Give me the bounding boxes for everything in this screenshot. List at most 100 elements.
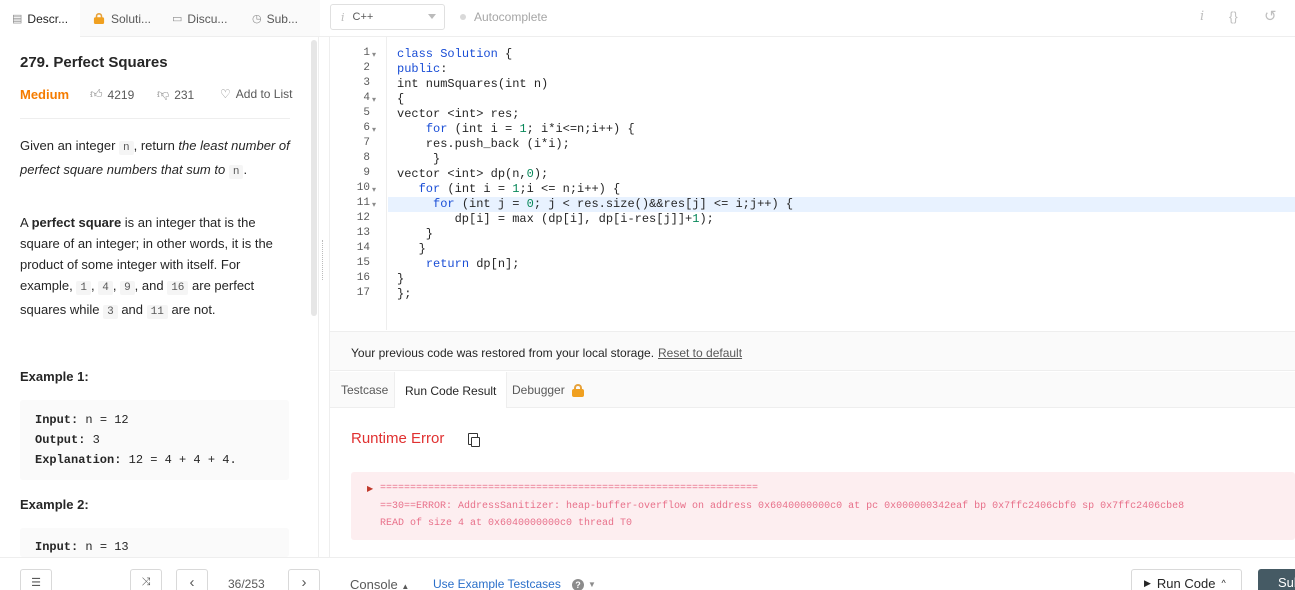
- example-1-input: Input: n = 12: [35, 410, 274, 430]
- prev-problem-button[interactable]: ‹: [176, 569, 208, 590]
- text: .: [243, 162, 248, 177]
- chevron-up-icon: ▲: [401, 582, 410, 590]
- fold-arrow-icon[interactable]: ▾: [372, 185, 376, 194]
- tab-debugger-label: Debugger: [512, 383, 565, 397]
- text: ,: [112, 278, 121, 293]
- tab-debugger[interactable]: Debugger: [502, 372, 595, 408]
- line-number: 3: [363, 77, 370, 89]
- random-problem-button[interactable]: ⤨: [130, 569, 162, 590]
- code-line[interactable]: for (int i = 1; i*i<=n;i++) {: [397, 122, 635, 137]
- inline-code: 1: [76, 281, 91, 295]
- tab-testcase[interactable]: Testcase: [331, 372, 398, 408]
- value: n = 12: [78, 413, 129, 427]
- drag-handle-icon[interactable]: [322, 240, 326, 280]
- tab-submissions[interactable]: ◷ Sub...: [240, 0, 320, 37]
- code-line[interactable]: res.push_back (i*i);: [397, 137, 570, 152]
- dislike-count: 231: [174, 87, 195, 102]
- language-label: C++: [352, 11, 374, 23]
- code-line[interactable]: vector <int> res;: [397, 107, 519, 122]
- tab-discuss[interactable]: ▭ Discu...: [160, 0, 240, 37]
- code-line[interactable]: class Solution {: [397, 47, 512, 62]
- run-code-button[interactable]: ▶ Run Code ^: [1131, 569, 1242, 590]
- text: Given an integer: [20, 138, 120, 153]
- line-number: 7: [363, 137, 370, 149]
- autocomplete-label: Autocomplete: [474, 10, 548, 24]
- result-status: Runtime Error: [351, 430, 445, 447]
- copy-icon[interactable]: [468, 433, 480, 447]
- fold-arrow-icon[interactable]: ▾: [372, 125, 376, 134]
- fold-arrow-icon[interactable]: ▾: [372, 95, 376, 104]
- thumbs-up-icon: 👍︎: [90, 87, 103, 101]
- problem-tabs: ▤ Descr... Soluti... ▭ Discu... ◷ Sub...: [0, 0, 320, 37]
- clock-icon: ◷: [252, 13, 262, 25]
- code-line[interactable]: return dp[n];: [397, 257, 520, 272]
- like-button[interactable]: 👍︎ 4219: [90, 87, 134, 102]
- reset-icon[interactable]: ↺: [1264, 7, 1277, 25]
- autocomplete-toggle[interactable]: Autocomplete: [460, 0, 547, 34]
- dislike-button[interactable]: 👎︎ 231: [157, 87, 194, 102]
- like-count: 4219: [107, 87, 135, 102]
- difficulty-badge: Medium: [20, 87, 70, 102]
- line-number: 11: [356, 197, 370, 209]
- chevron-right-icon: ›: [301, 573, 307, 590]
- code-line[interactable]: for (int j = 0; j < res.size()&&res[j] <…: [397, 197, 793, 212]
- line-number: 6: [363, 122, 370, 134]
- tab-run-code-result[interactable]: Run Code Result: [394, 372, 508, 409]
- document-icon: ▤: [12, 13, 23, 25]
- tab-testcase-label: Testcase: [341, 383, 389, 397]
- value: 3: [85, 433, 100, 447]
- tab-description-label: Descr...: [27, 11, 69, 26]
- inline-code: 11: [146, 305, 168, 319]
- fold-arrow-icon[interactable]: ▾: [372, 200, 376, 209]
- add-to-list-button[interactable]: ♡ Add to List: [220, 87, 292, 101]
- tab-solution[interactable]: Soluti...: [80, 0, 160, 37]
- chat-icon: ▭: [172, 13, 183, 25]
- tab-submissions-label: Sub...: [266, 11, 298, 26]
- use-example-testcases-link[interactable]: Use Example Testcases: [433, 577, 561, 590]
- code-line[interactable]: }: [397, 242, 426, 257]
- label: Input:: [35, 540, 79, 554]
- line-number: 12: [356, 212, 370, 224]
- shuffle-icon: ⤨: [141, 575, 151, 588]
- code-line[interactable]: dp[i] = max (dp[i], dp[i-res[j]]+1);: [397, 212, 714, 227]
- list-icon: ☰: [31, 576, 41, 589]
- code-line[interactable]: for (int i = 1;i <= n;i++) {: [397, 182, 621, 197]
- help-icon[interactable]: ?: [572, 579, 584, 590]
- info-icon: i: [341, 10, 345, 24]
- inline-code: 9: [120, 281, 135, 295]
- code-line[interactable]: {: [397, 92, 404, 107]
- chevron-down-icon[interactable]: ▼: [588, 580, 596, 589]
- braces-icon[interactable]: {}: [1229, 9, 1238, 24]
- reset-to-default-link[interactable]: Reset to default: [658, 346, 742, 360]
- page-count: 36/253: [228, 577, 265, 590]
- restore-message: Your previous code was restored from you…: [351, 346, 655, 360]
- code-line[interactable]: vector <int> dp(n,0);: [397, 167, 548, 182]
- inline-code: 3: [103, 305, 118, 319]
- code-line[interactable]: }: [397, 152, 440, 167]
- language-select[interactable]: i C++: [330, 4, 445, 30]
- run-code-label: Run Code: [1156, 575, 1216, 590]
- code-line[interactable]: };: [397, 287, 411, 302]
- panel-divider[interactable]: [318, 37, 330, 557]
- code-line[interactable]: public:: [397, 62, 447, 77]
- code-line[interactable]: int numSquares(int n): [397, 77, 548, 92]
- label: Output:: [35, 433, 86, 447]
- problem-title: 279. Perfect Squares: [20, 54, 168, 71]
- code-line[interactable]: }: [397, 227, 433, 242]
- tab-description[interactable]: ▤ Descr...: [0, 0, 80, 37]
- expand-arrow-icon[interactable]: ▶: [367, 484, 373, 493]
- lock-icon: [93, 12, 105, 25]
- line-number: 9: [363, 167, 370, 179]
- console-button[interactable]: Console ▲: [350, 577, 409, 590]
- fold-arrow-icon[interactable]: ▾: [372, 50, 376, 59]
- problem-list-button[interactable]: ☰: [20, 569, 52, 590]
- lock-icon: [571, 383, 585, 397]
- scrollbar[interactable]: [311, 40, 317, 316]
- submit-button[interactable]: Sub: [1258, 569, 1295, 590]
- code-line[interactable]: }: [397, 272, 404, 287]
- info-icon[interactable]: i: [1200, 9, 1204, 24]
- line-number: 16: [356, 272, 370, 284]
- next-problem-button[interactable]: ›: [288, 569, 320, 590]
- line-number: 14: [356, 242, 370, 254]
- chevron-left-icon: ‹: [189, 573, 195, 590]
